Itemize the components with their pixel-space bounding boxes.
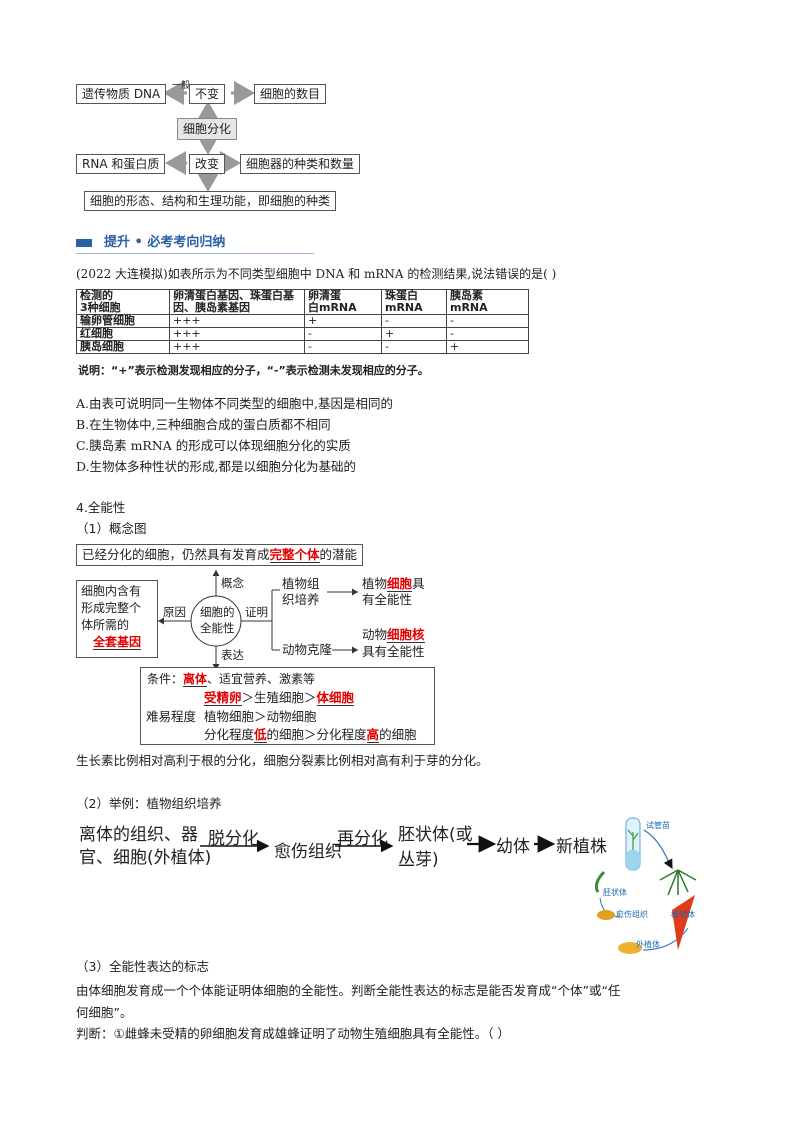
img-label-test-tube: 试管苗 — [646, 821, 670, 830]
option-b: B.在生物体中,三种细胞合成的蛋白质都不相同 — [76, 417, 331, 432]
plant-cell-suffix: 具 — [412, 576, 425, 591]
animal-prefix: 动物 — [362, 627, 388, 642]
table-header-insulin: 胰岛素 mRNA — [446, 289, 529, 315]
judgement-question: 判断：①雌蜂未受精的卵细胞发育成雄蜂证明了动物生殖细胞具有全能性。（ ） — [76, 1026, 510, 1041]
plant-cell-claim-2: 有全能性 — [362, 592, 413, 607]
table-cell: - — [446, 327, 529, 341]
label-cause: 原因 — [163, 605, 186, 619]
section-title: 提升 • 必考考向归纳 — [104, 235, 226, 250]
table-cell: - — [381, 314, 447, 328]
cause-line-1: 细胞内含有 — [81, 584, 142, 598]
table-header-globin: 珠蛋白 mRNA — [381, 289, 447, 315]
label-express: 表达 — [221, 648, 244, 662]
difficulty-line-2: 植物细胞＞动物细胞 — [204, 709, 317, 724]
cause-keyword: 全套基因 — [92, 635, 141, 650]
rna-protein-box: RNA 和蛋白质 — [76, 154, 166, 174]
conditions-label: 条件： — [147, 672, 184, 686]
cause-box: 细胞内含有 形成完整个 体所需的 全套基因 — [76, 580, 158, 658]
animal-nucleus-claim: 动物细胞核 — [362, 626, 425, 644]
section-header: 提升 • 必考考向归纳 — [76, 231, 314, 254]
table-cell: - — [446, 314, 529, 328]
table-header-genes: 卵清蛋白基因、珠蛋白基 因、胰岛素基因 — [169, 289, 305, 315]
differentiation-box: 细胞分化 — [177, 118, 238, 140]
difficulty-line-1: 受精卵＞生殖细胞＞体细胞 — [204, 689, 355, 707]
label-proof: 证明 — [245, 605, 268, 619]
animal-nucleus-claim-2: 具有全能性 — [362, 644, 425, 659]
animal-keyword: 细胞核 — [387, 627, 425, 643]
high-keyword: 高 — [366, 727, 380, 743]
flow-arrows — [200, 817, 697, 954]
table-cell: 输卵管细胞 — [76, 314, 170, 328]
table-row: 输卵管细胞 +++ + - - — [76, 314, 529, 328]
result-box: 细胞的形态、结构和生理功能，即细胞的种类 — [84, 191, 337, 211]
option-a: A.由表可说明同一生物体不同类型的细胞中,基因是相同的 — [76, 396, 393, 411]
conditions-keyword: 离体 — [183, 672, 208, 687]
table-cell: 红细胞 — [76, 327, 170, 341]
heading-totipotency: 4.全能性 — [76, 500, 126, 515]
organelle-box: 细胞器的种类和数量 — [240, 154, 361, 174]
plant-cell-prefix: 植物 — [362, 576, 388, 591]
section-marker — [76, 239, 92, 247]
img-label-explant: 外植体 — [636, 940, 660, 949]
table-header-cells: 检测的 3种细胞 — [76, 289, 170, 315]
table-row: 胰岛细胞 +++ - - + — [76, 340, 529, 354]
img-label-plant: 植物体 — [671, 910, 695, 919]
zygote-keyword: 受精卵 — [204, 690, 242, 706]
table-note: 说明：“+”表示检测发现相应的分子，“-”表示检测未发现相应的分子。 — [78, 364, 429, 377]
table-cell: - — [381, 340, 447, 354]
d3-prefix: 分化程度 — [204, 727, 255, 742]
table-cell: +++ — [169, 314, 305, 328]
table-cell: 胰岛细胞 — [76, 340, 170, 354]
unchanged-box: 不变 — [189, 84, 226, 104]
table-cell: +++ — [169, 327, 305, 341]
option-c: C.胰岛素 mRNA 的形成可以体现细胞分化的实质 — [76, 438, 351, 453]
somatic-keyword: 体细胞 — [316, 690, 355, 706]
cell-count-box: 细胞的数目 — [254, 84, 327, 104]
table-cell: + — [446, 340, 529, 354]
animal-clone: 动物克隆 — [282, 642, 333, 657]
paragraph-line-1: 由体细胞发育成一个个体能证明体细胞的全能性。判断全能性表达的标志是能否发育成“个… — [76, 983, 621, 998]
table-cell: + — [381, 327, 447, 341]
table-cell: + — [304, 314, 382, 328]
paragraph-line-2: 何细胞”。 — [76, 1005, 133, 1020]
table-row: 红细胞 +++ - + - — [76, 327, 529, 341]
changed-box: 改变 — [189, 154, 226, 174]
table-cell: +++ — [169, 340, 305, 354]
yiban-label: 一般 — [172, 81, 191, 91]
table-header-ovalbumin: 卵清蛋 白mRNA — [304, 289, 382, 315]
low-keyword: 低 — [254, 727, 267, 743]
sub-heading-concept-map: （1）概念图 — [76, 521, 147, 536]
plant-cell-keyword: 细胞 — [387, 576, 413, 592]
cause-line-3: 体所需的 — [81, 618, 130, 632]
center-label-bottom: 全能性 — [200, 621, 235, 635]
d3-suffix: 的细胞 — [379, 727, 417, 742]
conditions-rest: 、适宜营养、激素等 — [207, 672, 316, 686]
label-concept: 概念 — [221, 576, 244, 590]
img-label-callus: 愈伤组织 — [616, 910, 648, 919]
detection-table: 检测的 3种细胞 卵清蛋白基因、珠蛋白基 因、胰岛素基因 卵清蛋 白mRNA 珠蛋白 m… — [76, 289, 529, 354]
img-label-embryoid: 胚状体 — [603, 888, 627, 897]
option-d: D.生物体多种性状的形成,都是以细胞分化为基础的 — [76, 459, 357, 474]
question-stem: (2022 大连模拟)如表所示为不同类型细胞中 DNA 和 mRNA 的检测结果… — [76, 267, 557, 281]
cause-line-2: 形成完整个 — [81, 601, 142, 615]
plant-tissue-culture-2: 织培养 — [282, 592, 320, 607]
d3-mid: 的细胞＞分化程度 — [266, 727, 367, 742]
difficulty-mid: ＞生殖细胞＞ — [241, 690, 317, 705]
sub-heading-sign: （3）全能性表达的标志 — [76, 959, 209, 974]
difficulty-label: 难易程度 — [146, 709, 197, 724]
table-cell: - — [304, 340, 382, 354]
table-cell: - — [304, 327, 382, 341]
inherited-material-box: 遗传物质 DNA — [76, 84, 167, 104]
differentiation-diagram-lines — [163, 81, 255, 192]
difficulty-line-3: 分化程度低的细胞＞分化程度高的细胞 — [204, 726, 417, 744]
hormone-note: 生长素比例相对高利于根的分化，细胞分裂素比例相对高有利于芽的分化。 — [76, 753, 489, 768]
